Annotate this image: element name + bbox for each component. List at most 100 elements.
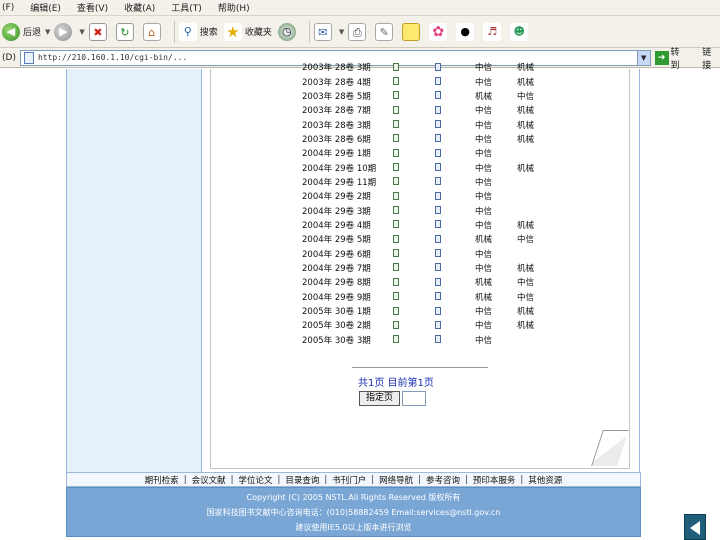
source-label[interactable]: 机械 — [475, 275, 517, 289]
footer-nav-link[interactable]: 目录查询 — [285, 474, 319, 486]
source-label[interactable]: 中信 — [517, 232, 557, 246]
document-icon[interactable] — [435, 148, 441, 157]
document-icon[interactable] — [393, 277, 399, 286]
document-icon[interactable] — [393, 120, 399, 129]
document-icon[interactable] — [435, 306, 441, 315]
source-label[interactable] — [517, 246, 557, 260]
document-icon[interactable] — [393, 249, 399, 258]
source-label[interactable]: 中信 — [475, 203, 517, 217]
links-label[interactable]: 链接 — [702, 45, 720, 71]
source-label[interactable]: 机械 — [517, 74, 557, 88]
print-button[interactable]: ⎙ — [348, 20, 369, 44]
source-label[interactable]: 中信 — [475, 333, 517, 347]
issue-label[interactable]: 2003年 28卷 6期 — [302, 132, 393, 146]
source-label[interactable]: 机械 — [475, 232, 517, 246]
source-label[interactable]: 机械 — [475, 290, 517, 304]
source-label[interactable]: 中信 — [475, 218, 517, 232]
document-icon[interactable] — [393, 320, 399, 329]
document-icon[interactable] — [435, 105, 441, 114]
document-icon[interactable] — [435, 62, 441, 71]
source-label[interactable]: 机械 — [517, 318, 557, 332]
document-icon[interactable] — [435, 77, 441, 86]
source-label[interactable]: 中信 — [475, 74, 517, 88]
document-icon[interactable] — [435, 320, 441, 329]
document-icon[interactable] — [393, 234, 399, 243]
issue-label[interactable]: 2003年 28卷 7期 — [302, 103, 393, 117]
goto-page-input[interactable] — [402, 391, 426, 406]
forward-dropdown-icon[interactable]: ▼ — [79, 28, 84, 36]
home-button[interactable]: ⌂ — [142, 20, 164, 44]
source-label[interactable]: 机械 — [517, 160, 557, 174]
edit-button[interactable]: ✎ — [375, 20, 396, 44]
source-label[interactable]: 机械 — [517, 60, 557, 74]
source-label[interactable]: 中信 — [475, 318, 517, 332]
source-label[interactable] — [517, 146, 557, 160]
source-label[interactable]: 机械 — [517, 304, 557, 318]
mail-dropdown-icon[interactable]: ▼ — [339, 28, 344, 36]
source-label[interactable]: 中信 — [517, 290, 557, 304]
forward-button[interactable]: ▶ — [54, 20, 75, 44]
document-icon[interactable] — [435, 263, 441, 272]
messenger-button[interactable]: ☻ — [510, 20, 531, 44]
document-icon[interactable] — [393, 148, 399, 157]
document-icon[interactable] — [435, 177, 441, 186]
source-label[interactable]: 机械 — [517, 218, 557, 232]
favorites-button[interactable]: ★ 收藏夹 — [223, 20, 272, 44]
search-button[interactable]: ⚲ 搜索 — [178, 20, 218, 44]
issue-label[interactable]: 2003年 28卷 5期 — [302, 89, 393, 103]
back-button[interactable]: ◀ 后退 — [2, 20, 41, 44]
mail-button[interactable]: ✉ — [313, 20, 335, 44]
document-icon[interactable] — [393, 191, 399, 200]
issue-label[interactable]: 2003年 28卷 4期 — [302, 74, 393, 88]
document-icon[interactable] — [393, 220, 399, 229]
go-button[interactable]: ➜ 转到 — [654, 45, 689, 71]
document-icon[interactable] — [435, 292, 441, 301]
document-icon[interactable] — [393, 263, 399, 272]
issue-label[interactable]: 2004年 29卷 11期 — [302, 175, 393, 189]
menu-edit[interactable]: 编辑(E) — [30, 1, 61, 14]
back-slide-button[interactable] — [684, 514, 706, 540]
source-label[interactable] — [517, 189, 557, 203]
menu-view[interactable]: 查看(V) — [77, 1, 108, 14]
source-label[interactable]: 中信 — [475, 117, 517, 131]
document-icon[interactable] — [435, 335, 441, 344]
document-icon[interactable] — [435, 191, 441, 200]
goto-page-button[interactable]: 指定页 — [359, 391, 400, 406]
document-icon[interactable] — [435, 91, 441, 100]
source-label[interactable] — [517, 203, 557, 217]
issue-label[interactable]: 2004年 29卷 3期 — [302, 203, 393, 217]
document-icon[interactable] — [393, 177, 399, 186]
document-icon[interactable] — [435, 220, 441, 229]
issue-label[interactable]: 2004年 29卷 9期 — [302, 290, 393, 304]
issue-label[interactable]: 2004年 29卷 4期 — [302, 218, 393, 232]
document-icon[interactable] — [435, 206, 441, 215]
stop-button[interactable]: ✖ — [88, 20, 110, 44]
source-label[interactable]: 中信 — [475, 304, 517, 318]
document-icon[interactable] — [393, 91, 399, 100]
source-label[interactable]: 机械 — [517, 261, 557, 275]
source-label[interactable]: 机械 — [475, 89, 517, 103]
issue-label[interactable]: 2004年 29卷 10期 — [302, 160, 393, 174]
source-label[interactable]: 中信 — [475, 189, 517, 203]
refresh-button[interactable]: ↻ — [115, 20, 137, 44]
issue-label[interactable]: 2004年 29卷 1期 — [302, 146, 393, 160]
document-icon[interactable] — [393, 206, 399, 215]
issue-label[interactable]: 2003年 28卷 3期 — [302, 60, 393, 74]
issue-label[interactable]: 2005年 30卷 2期 — [302, 318, 393, 332]
document-icon[interactable] — [393, 306, 399, 315]
footer-nav-link[interactable]: 会议文献 — [192, 474, 226, 486]
source-label[interactable]: 中信 — [475, 146, 517, 160]
source-label[interactable] — [517, 333, 557, 347]
back-dropdown-icon[interactable]: ▼ — [45, 28, 50, 36]
issue-label[interactable]: 2004年 29卷 5期 — [302, 232, 393, 246]
address-dropdown-icon[interactable]: ▼ — [636, 50, 650, 65]
issue-label[interactable]: 2004年 29卷 6期 — [302, 246, 393, 260]
document-icon[interactable] — [435, 134, 441, 143]
document-icon[interactable] — [393, 163, 399, 172]
history-button[interactable]: ◷ — [277, 20, 299, 44]
footer-nav-link[interactable]: 学位论文 — [238, 474, 272, 486]
source-label[interactable]: 中信 — [475, 160, 517, 174]
flower-button[interactable]: ✿ — [429, 20, 450, 44]
source-label[interactable]: 机械 — [517, 103, 557, 117]
document-icon[interactable] — [435, 277, 441, 286]
